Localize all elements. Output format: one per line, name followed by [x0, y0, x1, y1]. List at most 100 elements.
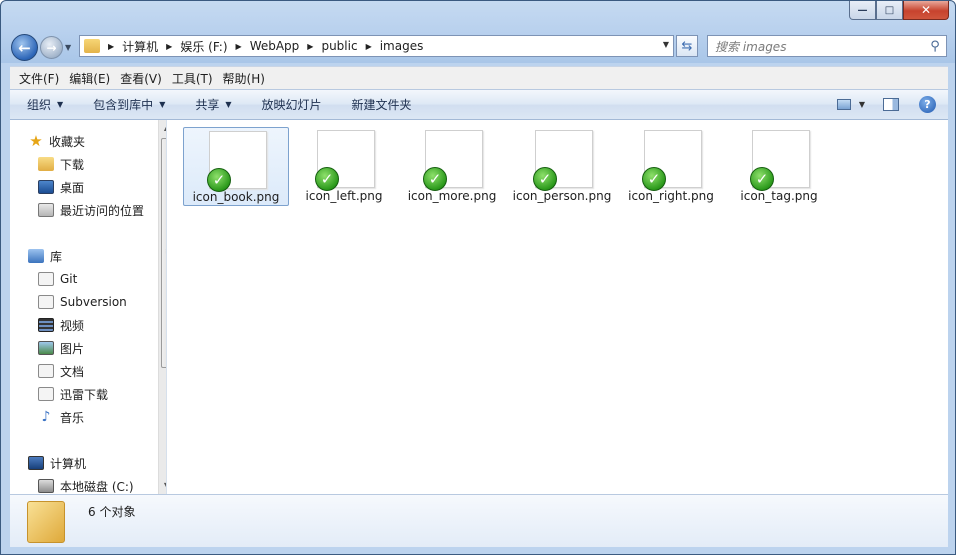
search-input[interactable]: 搜索 images ⚲	[707, 35, 947, 57]
pictures-icon	[38, 341, 54, 355]
sync-check-icon: ✓	[533, 167, 557, 191]
recent-pages-dropdown[interactable]: ▼	[65, 43, 71, 52]
libraries-icon	[28, 249, 44, 263]
chevron-down-icon[interactable]: ▼	[859, 100, 865, 109]
chevron-down-icon: ▼	[159, 100, 166, 109]
arrow-left-icon: ←	[18, 38, 31, 57]
minimize-button[interactable]: —	[849, 1, 876, 20]
sidebar-item-favorites[interactable]: ★ 收藏夹	[28, 132, 85, 150]
sidebar-item-downloads[interactable]: 下载	[38, 155, 84, 173]
music-note-icon: ♪	[41, 409, 51, 425]
git-library-icon	[38, 272, 54, 286]
sync-check-icon: ✓	[642, 167, 666, 191]
close-button[interactable]: ✕	[903, 1, 949, 20]
file-item[interactable]: ✓ icon_right.png	[618, 127, 724, 204]
chevron-down-icon: ▼	[225, 100, 232, 109]
menu-bar: 文件(F) 编辑(E) 查看(V) 工具(T) 帮助(H)	[10, 66, 948, 89]
file-name: icon_right.png	[628, 189, 714, 203]
help-icon[interactable]: ?	[919, 96, 936, 113]
sidebar-item-pictures[interactable]: 图片	[38, 339, 84, 357]
search-icon[interactable]: ⚲	[924, 39, 946, 54]
image-thumbnail: ✓	[529, 130, 595, 191]
image-thumbnail: ✓	[203, 131, 269, 192]
menu-edit[interactable]: 编辑(E)	[64, 70, 115, 87]
file-name: icon_tag.png	[740, 189, 818, 203]
item-count: 6 个对象	[88, 505, 136, 519]
folder-icon	[27, 501, 65, 543]
breadcrumb-webapp[interactable]: WebApp	[250, 39, 300, 53]
include-in-library-button[interactable]: 包含到库中 ▼	[85, 96, 173, 113]
refresh-icon: ⇆	[681, 38, 693, 54]
breadcrumb-drive[interactable]: 娱乐 (F:)	[180, 38, 227, 55]
sidebar-item-local-disk-c[interactable]: 本地磁盘 (C:)	[38, 477, 134, 494]
downloads-folder-icon	[38, 157, 54, 171]
menu-file[interactable]: 文件(F)	[14, 70, 64, 87]
sidebar-item-videos[interactable]: 视频	[38, 316, 84, 334]
scroll-down-icon[interactable]: ▼	[159, 478, 166, 494]
share-button[interactable]: 共享 ▼	[187, 96, 239, 113]
file-item[interactable]: ✓ icon_more.png	[399, 127, 505, 204]
image-thumbnail: ✓	[419, 130, 485, 191]
sidebar-item-music[interactable]: ♪ 音乐	[38, 408, 84, 426]
menu-tools[interactable]: 工具(T)	[167, 70, 218, 87]
breadcrumb-public[interactable]: public	[321, 39, 357, 53]
sync-check-icon: ✓	[207, 168, 231, 192]
image-thumbnail: ✓	[746, 130, 812, 191]
sidebar-item-documents[interactable]: 文档	[38, 362, 84, 380]
chevron-right-icon[interactable]: ▶	[236, 42, 242, 51]
chevron-right-icon[interactable]: ▶	[307, 42, 313, 51]
video-icon	[38, 318, 54, 332]
file-name: icon_left.png	[305, 189, 383, 203]
details-pane: 6 个对象	[10, 494, 948, 547]
forward-button[interactable]: →	[40, 36, 63, 59]
file-name: icon_more.png	[407, 189, 497, 203]
sidebar-item-git[interactable]: Git	[38, 270, 77, 288]
file-name: icon_book.png	[192, 190, 280, 204]
menu-view[interactable]: 查看(V)	[115, 70, 167, 87]
thunder-downloads-icon	[38, 387, 54, 401]
command-bar: 组织 ▼ 包含到库中 ▼ 共享 ▼ 放映幻灯片 新建文件夹 ▼ ?	[10, 89, 948, 120]
image-thumbnail: ✓	[311, 130, 377, 191]
refresh-button[interactable]: ⇆	[676, 35, 698, 57]
chevron-right-icon[interactable]: ▶	[366, 42, 372, 51]
sync-check-icon: ✓	[750, 167, 774, 191]
slideshow-button[interactable]: 放映幻灯片	[254, 96, 330, 113]
caption-buttons: — □ ✕	[849, 1, 949, 21]
file-item[interactable]: ✓ icon_book.png	[183, 127, 289, 206]
sidebar-item-subversion[interactable]: Subversion	[38, 293, 127, 311]
breadcrumb-computer[interactable]: 计算机	[122, 38, 158, 55]
computer-icon	[28, 456, 44, 470]
back-button[interactable]: ←	[11, 34, 38, 61]
view-options-icon[interactable]	[836, 99, 851, 110]
sidebar-item-desktop[interactable]: 桌面	[38, 178, 84, 196]
file-item[interactable]: ✓ icon_person.png	[509, 127, 615, 204]
sidebar-scrollbar[interactable]: ▲ ≡ ▼	[158, 120, 166, 494]
organize-button[interactable]: 组织 ▼	[19, 96, 71, 113]
command-bar-right: ▼ ?	[836, 90, 948, 119]
address-history-dropdown[interactable]: ▼	[663, 40, 669, 49]
sidebar-item-thunder-downloads[interactable]: 迅雷下载	[38, 385, 108, 403]
address-bar[interactable]: ▶ 计算机 ▶ 娱乐 (F:) ▶ WebApp ▶ public ▶ imag…	[79, 35, 674, 57]
preview-pane-icon[interactable]	[883, 98, 899, 111]
chevron-right-icon[interactable]: ▶	[166, 42, 172, 51]
scroll-up-icon[interactable]: ▲	[159, 120, 166, 136]
breadcrumb-images[interactable]: images	[380, 39, 424, 53]
explorer-window: — □ ✕ ← → ▼ ▶ 计算机 ▶ 娱乐 (F:) ▶ WebApp ▶ p…	[0, 0, 956, 555]
new-folder-button[interactable]: 新建文件夹	[344, 96, 420, 113]
file-list: ✓ icon_book.png ✓ icon_left.png ✓ icon_m…	[167, 120, 948, 494]
sidebar-item-recent-places[interactable]: 最近访问的位置	[38, 201, 144, 219]
folder-icon	[84, 39, 100, 53]
sync-check-icon: ✓	[315, 167, 339, 191]
desktop-icon	[38, 180, 54, 194]
navigation-pane: ★ 收藏夹 下载 桌面 最近访问的位置 库 Git Subversion 视频 图…	[10, 120, 167, 494]
arrow-right-icon: →	[46, 40, 57, 55]
menu-help[interactable]: 帮助(H)	[218, 70, 270, 87]
file-item[interactable]: ✓ icon_left.png	[291, 127, 397, 204]
star-icon: ★	[29, 132, 43, 150]
maximize-button[interactable]: □	[876, 1, 903, 20]
sidebar-item-computer[interactable]: 计算机	[28, 454, 86, 472]
subversion-library-icon	[38, 295, 54, 309]
file-item[interactable]: ✓ icon_tag.png	[726, 127, 832, 204]
chevron-right-icon[interactable]: ▶	[108, 42, 114, 51]
sidebar-item-libraries[interactable]: 库	[28, 247, 62, 265]
